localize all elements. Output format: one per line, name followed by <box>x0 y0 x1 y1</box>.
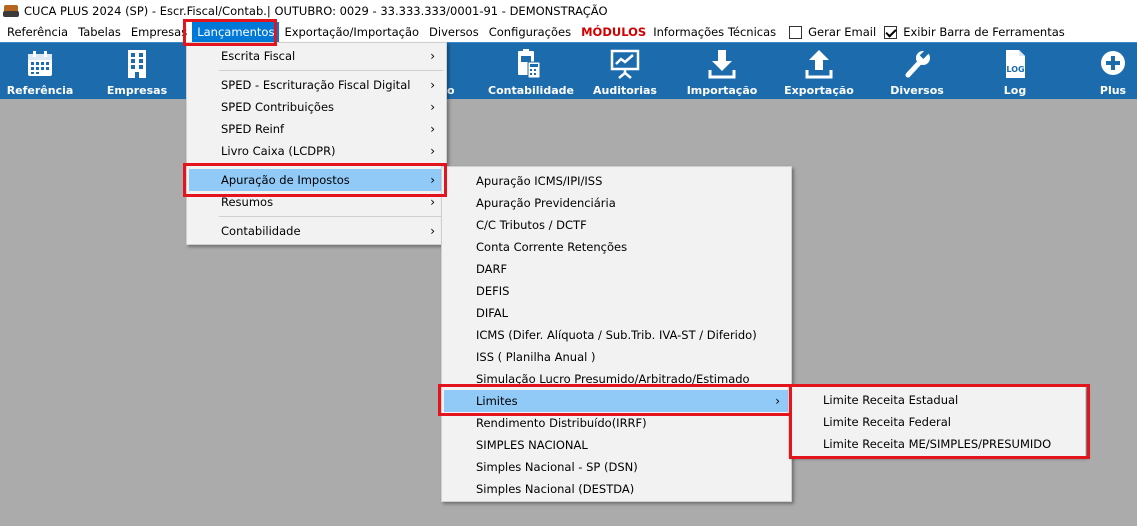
log-file-icon: LOG <box>1006 50 1025 78</box>
menu-item-simples-destda[interactable]: Simples Nacional (DESTDA) <box>444 478 789 500</box>
menu-item-limite-estadual[interactable]: Limite Receita Estadual <box>791 389 1083 411</box>
menu-item-simulacao[interactable]: Simulação Lucro Presumido/Arbitrado/Esti… <box>444 368 789 390</box>
menu-diversos[interactable]: Diversos <box>424 22 484 42</box>
menu-item-rendimento[interactable]: Rendimento Distribuído(IRRF) <box>444 412 789 434</box>
chevron-right-icon: › <box>430 122 435 136</box>
menu-item-difal[interactable]: DIFAL <box>444 302 789 324</box>
gerar-email-checkbox[interactable]: Gerar Email <box>781 22 876 42</box>
menu-item-sped-reinf[interactable]: SPED Reinf › <box>189 118 444 140</box>
exibir-barra-box[interactable] <box>884 25 898 39</box>
toolbar-log-label: Log <box>1003 84 1027 97</box>
toolbar-exportacao-label: Exportação <box>784 84 854 97</box>
menu-item-resumos[interactable]: Resumos › <box>189 191 444 213</box>
toolbar-exportacao-button[interactable]: Exportação <box>779 43 859 100</box>
chevron-right-icon: › <box>775 394 780 408</box>
toolbar-referencia-button[interactable]: Referência <box>0 43 80 100</box>
svg-text:LOG: LOG <box>1006 65 1024 74</box>
chevron-right-icon: › <box>430 49 435 63</box>
menu-empresas[interactable]: Empresas <box>126 22 192 42</box>
toolbar-importacao-button[interactable]: Importação <box>682 43 762 100</box>
menu-item-iss-anual[interactable]: ISS ( Planilha Anual ) <box>444 346 789 368</box>
menu-item-apuracao-icms-ipi-iss[interactable]: Apuração ICMS/IPI/ISS <box>444 170 789 192</box>
menu-separator <box>219 216 443 217</box>
toolbar-referencia-label: Referência <box>6 84 74 97</box>
limites-submenu: Limite Receita Estadual Limite Receita F… <box>788 385 1086 457</box>
lancamentos-dropdown: Escrita Fiscal › SPED - Escrituração Fisc… <box>186 42 447 245</box>
download-icon <box>708 50 736 79</box>
menu-item-apuracao-previdenciaria[interactable]: Apuração Previdenciária <box>444 192 789 214</box>
menu-item-defis[interactable]: DEFIS <box>444 280 789 302</box>
chevron-right-icon: › <box>430 100 435 114</box>
toolbar-importacao-label: Importação <box>686 84 758 97</box>
toolbar-plus-label: Plus <box>1099 84 1127 97</box>
menu-item-icms-difer[interactable]: ICMS (Difer. Alíquota / Sub.Trib. IVA-ST… <box>444 324 789 346</box>
presentation-chart-icon <box>610 49 640 79</box>
menu-item-cc-retencoes[interactable]: Conta Corrente Retenções <box>444 236 789 258</box>
window-title: CUCA PLUS 2024 (SP) - Escr.Fiscal/Contab… <box>24 4 608 18</box>
menu-item-contabilidade[interactable]: Contabilidade › <box>189 220 444 242</box>
menu-modulos[interactable]: MÓDULOS <box>576 22 651 42</box>
menu-exportacao-importacao[interactable]: Exportação/Importação <box>279 22 424 42</box>
toolbar-plus-button[interactable]: Plus <box>1073 43 1137 100</box>
chevron-right-icon: › <box>430 224 435 238</box>
menu-referencia[interactable]: Referência <box>2 22 73 42</box>
calendar-icon <box>28 51 52 76</box>
menu-item-escrita-fiscal[interactable]: Escrita Fiscal › <box>189 45 444 67</box>
accounting-calculator-icon <box>518 49 541 79</box>
chevron-right-icon: › <box>430 173 435 187</box>
menu-separator <box>219 70 443 71</box>
chevron-right-icon: › <box>430 144 435 158</box>
toolbar-auditorias-label: Auditorias <box>593 84 657 97</box>
menu-separator <box>219 165 443 166</box>
wrench-icon <box>905 49 930 78</box>
app-icon <box>3 4 19 18</box>
menu-item-darf[interactable]: DARF <box>444 258 789 280</box>
toolbar-empresas-button[interactable]: Empresas <box>97 43 177 100</box>
menu-item-cc-tributos[interactable]: C/C Tributos / DCTF <box>444 214 789 236</box>
menu-lancamentos[interactable]: Lançamentos <box>192 22 280 42</box>
menu-informacoes-tecnicas[interactable]: Informações Técnicas <box>651 22 781 42</box>
toolbar-empresas-label: Empresas <box>106 84 168 97</box>
chevron-right-icon: › <box>430 195 435 209</box>
building-icon <box>128 50 146 78</box>
toolbar: Referência Empresas o Contabilidade Audi… <box>0 42 1137 99</box>
toolbar-diversos-button[interactable]: Diversos <box>877 43 957 100</box>
menu-item-limites[interactable]: Limites › <box>444 390 789 412</box>
menu-item-livro-caixa[interactable]: Livro Caixa (LCDPR) › <box>189 140 444 162</box>
gerar-email-label: Gerar Email <box>808 25 877 39</box>
exibir-barra-label: Exibir Barra de Ferramentas <box>903 25 1065 39</box>
toolbar-contabilidade-label: Contabilidade <box>488 84 574 97</box>
toolbar-contabilidade-button[interactable]: Contabilidade <box>488 43 574 100</box>
toolbar-auditorias-button[interactable]: Auditorias <box>585 43 665 100</box>
menu-item-sped-contribuicoes[interactable]: SPED Contribuições › <box>189 96 444 118</box>
menu-item-sped-efd[interactable]: SPED - Escrituração Fiscal Digital › <box>189 74 444 96</box>
exibir-barra-checkbox[interactable]: Exibir Barra de Ferramentas <box>876 22 1065 42</box>
upload-icon <box>805 50 833 79</box>
chevron-right-icon: › <box>430 78 435 92</box>
title-bar: CUCA PLUS 2024 (SP) - Escr.Fiscal/Contab… <box>0 0 1137 22</box>
menu-bar: Referência Tabelas Empresas Lançamentos … <box>0 22 1137 42</box>
plus-circle-icon <box>1101 51 1125 75</box>
menu-item-limite-federal[interactable]: Limite Receita Federal <box>791 411 1083 433</box>
menu-item-simples-nacional[interactable]: SIMPLES NACIONAL <box>444 434 789 456</box>
gerar-email-box[interactable] <box>789 25 803 39</box>
menu-item-apuracao-impostos[interactable]: Apuração de Impostos › <box>189 169 444 191</box>
toolbar-diversos-label: Diversos <box>890 84 944 97</box>
menu-tabelas[interactable]: Tabelas <box>73 22 126 42</box>
menu-configuracoes[interactable]: Configurações <box>484 22 576 42</box>
toolbar-log-button[interactable]: LOG Log <box>975 43 1055 100</box>
menu-item-simples-dsn[interactable]: Simples Nacional - SP (DSN) <box>444 456 789 478</box>
menu-item-limite-me-simples[interactable]: Limite Receita ME/SIMPLES/PRESUMIDO <box>791 433 1083 455</box>
apuracao-submenu: Apuração ICMS/IPI/ISS Apuração Previdenc… <box>441 166 792 502</box>
